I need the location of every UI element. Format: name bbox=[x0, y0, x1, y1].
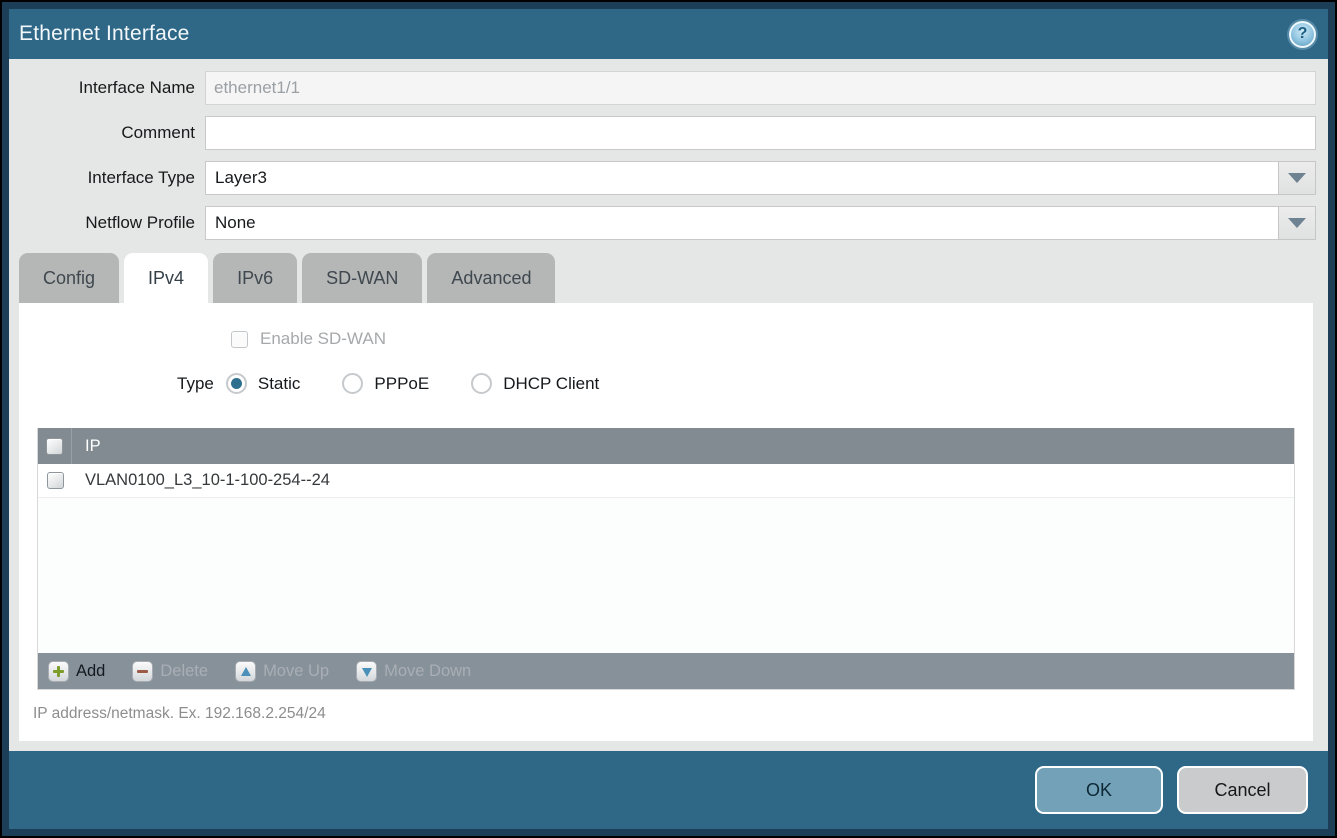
ip-table-header: IP bbox=[38, 428, 1294, 464]
radio-selected-icon bbox=[226, 373, 247, 394]
tab-config[interactable]: Config bbox=[19, 253, 119, 303]
interface-name-input bbox=[205, 71, 1316, 105]
dialog-titlebar: Ethernet Interface ? bbox=[9, 9, 1328, 59]
radio-unselected-icon bbox=[342, 373, 363, 394]
table-toolbar: Add Delete Move Up Move Down bbox=[38, 653, 1294, 689]
tab-bar: Config IPv4 IPv6 SD-WAN Advanced bbox=[19, 253, 1328, 303]
enable-sdwan-label: Enable SD-WAN bbox=[260, 329, 386, 349]
ip-column-header: IP bbox=[85, 437, 101, 456]
type-radio-group: Static PPPoE DHCP Client bbox=[226, 373, 599, 394]
arrow-down-icon bbox=[356, 661, 377, 682]
tab-ipv4[interactable]: IPv4 bbox=[124, 253, 208, 303]
netflow-profile-row: Netflow Profile None bbox=[9, 206, 1316, 240]
netflow-profile-value: None bbox=[205, 206, 1278, 240]
minus-icon bbox=[132, 661, 153, 682]
add-button[interactable]: Add bbox=[48, 661, 105, 682]
ipv4-panel: Enable SD-WAN Type Static PPPoE DHCP C bbox=[19, 303, 1313, 741]
tab-sd-wan[interactable]: SD-WAN bbox=[302, 253, 422, 303]
radio-pppoe-label: PPPoE bbox=[374, 374, 429, 394]
dropdown-triangle-icon bbox=[1288, 173, 1306, 183]
radio-unselected-icon bbox=[471, 373, 492, 394]
comment-input[interactable] bbox=[205, 116, 1316, 150]
type-row: Type Static PPPoE DHCP Client bbox=[19, 373, 1313, 394]
add-button-label: Add bbox=[76, 662, 105, 681]
tab-ipv6[interactable]: IPv6 bbox=[213, 253, 297, 303]
interface-name-row: Interface Name bbox=[9, 71, 1316, 105]
ip-table: IP VLAN0100_L3_10-1-100-254--24 Add bbox=[37, 428, 1295, 690]
radio-pppoe[interactable]: PPPoE bbox=[342, 373, 429, 394]
interface-type-row: Interface Type Layer3 bbox=[9, 161, 1316, 195]
move-down-button: Move Down bbox=[356, 661, 471, 682]
ip-format-hint: IP address/netmask. Ex. 192.168.2.254/24 bbox=[33, 705, 1313, 723]
ok-button[interactable]: OK bbox=[1035, 766, 1163, 814]
ethernet-interface-dialog: Ethernet Interface ? Interface Name Comm… bbox=[0, 0, 1337, 838]
radio-static-label: Static bbox=[258, 374, 301, 394]
select-all-checkbox[interactable] bbox=[46, 438, 63, 455]
dropdown-triangle-icon bbox=[1288, 218, 1306, 228]
netflow-profile-label: Netflow Profile bbox=[9, 213, 205, 233]
comment-row: Comment bbox=[9, 116, 1316, 150]
table-row[interactable]: VLAN0100_L3_10-1-100-254--24 bbox=[38, 464, 1294, 498]
table-empty-area bbox=[38, 498, 1294, 653]
cancel-button[interactable]: Cancel bbox=[1177, 766, 1308, 814]
dialog-content: Interface Name Comment Interface Type La… bbox=[9, 59, 1328, 751]
move-up-button-label: Move Up bbox=[263, 662, 329, 681]
plus-icon bbox=[48, 661, 69, 682]
chevron-down-icon[interactable] bbox=[1278, 206, 1316, 240]
dialog-footer: OK Cancel bbox=[9, 751, 1328, 829]
interface-type-dropdown[interactable]: Layer3 bbox=[205, 161, 1316, 195]
tab-advanced[interactable]: Advanced bbox=[427, 253, 555, 303]
move-down-button-label: Move Down bbox=[384, 662, 471, 681]
radio-dhcp-client[interactable]: DHCP Client bbox=[471, 373, 599, 394]
delete-button-label: Delete bbox=[160, 662, 208, 681]
row-checkbox-cell bbox=[38, 464, 72, 497]
chevron-down-icon[interactable] bbox=[1278, 161, 1316, 195]
radio-dhcp-client-label: DHCP Client bbox=[503, 374, 599, 394]
netflow-profile-dropdown[interactable]: None bbox=[205, 206, 1316, 240]
dialog-title: Ethernet Interface bbox=[19, 22, 190, 46]
radio-dot bbox=[231, 378, 242, 389]
interface-type-label: Interface Type bbox=[9, 168, 205, 188]
radio-static[interactable]: Static bbox=[226, 373, 301, 394]
interface-name-label: Interface Name bbox=[9, 78, 205, 98]
help-icon[interactable]: ? bbox=[1289, 21, 1316, 48]
enable-sdwan-row: Enable SD-WAN bbox=[19, 303, 1313, 349]
comment-label: Comment bbox=[9, 123, 205, 143]
delete-button: Delete bbox=[132, 661, 208, 682]
type-label: Type bbox=[177, 374, 214, 394]
row-checkbox[interactable] bbox=[47, 472, 64, 489]
interface-type-value: Layer3 bbox=[205, 161, 1278, 195]
enable-sdwan-checkbox bbox=[231, 331, 248, 348]
select-all-cell bbox=[38, 428, 72, 464]
move-up-button: Move Up bbox=[235, 661, 329, 682]
ip-row-value: VLAN0100_L3_10-1-100-254--24 bbox=[85, 471, 330, 490]
arrow-up-icon bbox=[235, 661, 256, 682]
